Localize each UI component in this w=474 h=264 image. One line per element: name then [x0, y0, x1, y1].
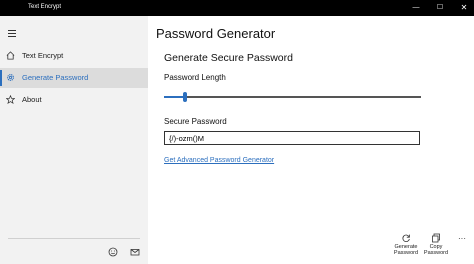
sidebar-item-label: Text Encrypt	[22, 51, 64, 60]
sidebar-item-label: About	[22, 95, 42, 104]
copy-password-button[interactable]: Copy Password	[418, 233, 454, 263]
app-window: Text Encrypt — ☐ ✕ Text Encrypt Generate…	[0, 0, 474, 264]
copy-label-line2: Password	[423, 250, 449, 256]
hamburger-menu-icon[interactable]	[6, 28, 18, 40]
slider-fill	[164, 96, 185, 98]
gear-icon	[7, 74, 14, 81]
refresh-icon	[402, 234, 410, 243]
sidebar-item-about[interactable]: About	[0, 90, 148, 110]
mail-icon[interactable]	[130, 247, 140, 257]
home-icon	[6, 51, 15, 60]
close-button[interactable]: ✕	[452, 0, 474, 16]
window-title: Text Encrypt	[28, 4, 62, 10]
secure-password-field[interactable]: {/)-ozm()M	[164, 131, 420, 145]
minimize-button[interactable]: —	[404, 0, 428, 16]
secure-password-label: Secure Password	[164, 117, 227, 126]
section-title: Generate Secure Password	[164, 52, 293, 64]
sidebar-item-generate-password[interactable]: Generate Password	[0, 68, 148, 88]
star-icon	[6, 95, 15, 104]
feedback-icon[interactable]	[108, 247, 118, 257]
slider-thumb[interactable]	[183, 92, 187, 102]
active-indicator	[0, 70, 2, 86]
more-options-button[interactable]: ···	[458, 234, 466, 243]
sidebar-divider	[8, 238, 140, 239]
maximize-button[interactable]: ☐	[428, 0, 452, 16]
page-title: Password Generator	[156, 26, 276, 41]
sidebar-item-text-encrypt[interactable]: Text Encrypt	[0, 46, 148, 66]
title-bar: Text Encrypt — ☐ ✕	[0, 0, 474, 16]
copy-icon	[432, 233, 440, 243]
advanced-generator-link[interactable]: Get Advanced Password Generator	[164, 157, 274, 164]
main-panel: Password Generator Generate Secure Passw…	[148, 16, 474, 264]
sidebar-item-label: Generate Password	[22, 73, 89, 82]
password-length-label: Password Length	[164, 73, 226, 82]
sidebar: Text Encrypt Generate Password About	[0, 16, 148, 264]
slider-track	[164, 96, 421, 98]
password-length-slider[interactable]	[164, 92, 421, 102]
